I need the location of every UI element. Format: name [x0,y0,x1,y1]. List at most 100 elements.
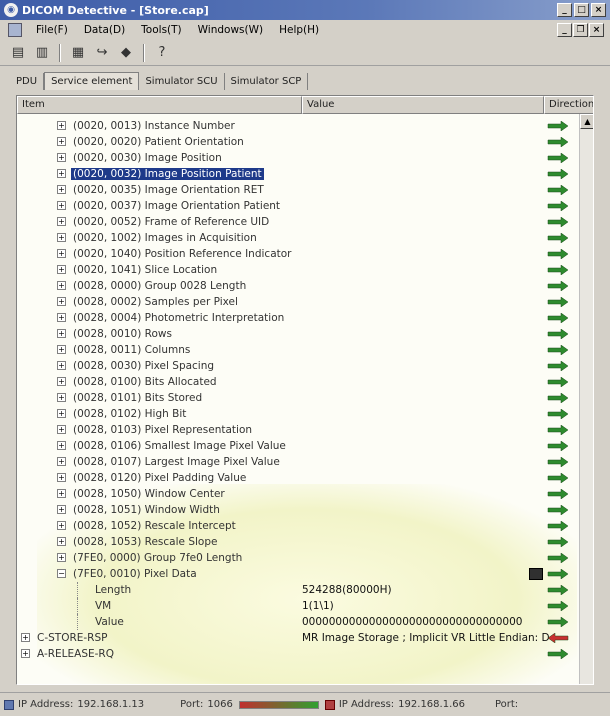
menu-tools[interactable]: Tools(T) [133,24,189,36]
tree-row[interactable]: + C-STORE-RSP MR Image Storage ; Implicit … [17,630,579,646]
maximize-button[interactable]: □ [574,3,589,17]
connect-icon[interactable]: ↪ [92,43,112,63]
expand-icon[interactable]: + [57,377,66,386]
tree-row[interactable]: + (0028, 1051) Window Width [17,502,579,518]
open-capture-icon[interactable]: ▤ [8,43,28,63]
tab-pdu[interactable]: PDU [10,73,45,90]
tree-row-label: A-RELEASE-RQ [37,648,114,660]
tree-row[interactable]: + (0020, 1002) Images in Acquisition [17,230,579,246]
tab-service-element[interactable]: Service element [44,72,140,90]
tree-row[interactable]: + (0028, 0120) Pixel Padding Value [17,470,579,486]
mdi-close-button[interactable]: × [589,23,604,37]
tree-row[interactable]: + (0028, 0002) Samples per Pixel [17,294,579,310]
pixel-data-view-icon[interactable] [529,568,543,580]
expand-icon[interactable]: + [57,425,66,434]
expand-icon[interactable]: + [57,169,66,178]
mdi-minimize-button[interactable]: _ [557,23,572,37]
collapse-icon[interactable]: − [57,569,66,578]
tree-row[interactable]: + (0020, 0032) Image Position Patient [17,166,579,182]
minimize-button[interactable]: _ [557,3,572,17]
expand-icon[interactable]: + [57,393,66,402]
tree-row[interactable]: + (0028, 0102) High Bit [17,406,579,422]
column-value[interactable]: Value [302,96,544,114]
expand-icon[interactable]: + [57,281,66,290]
mdi-restore-button[interactable]: ❐ [573,23,588,37]
expand-icon[interactable]: + [57,457,66,466]
properties-icon[interactable]: ▦ [68,43,88,63]
tree-row[interactable]: + (0020, 1041) Slice Location [17,262,579,278]
outgoing-arrow-icon [547,569,569,579]
tree-row[interactable]: + (0028, 0030) Pixel Spacing [17,358,579,374]
tab-simulator-scp[interactable]: Simulator SCP [225,73,309,90]
expand-icon[interactable]: + [57,441,66,450]
tree-row-label: (0020, 1002) Images in Acquisition [73,232,257,244]
expand-icon[interactable]: + [57,217,66,226]
tree-row[interactable]: Length 524288(80000H) [17,582,579,598]
tree-row-label: (0028, 0004) Photometric Interpretation [73,312,285,324]
menu-help[interactable]: Help(H) [271,24,327,36]
expand-icon[interactable]: + [57,233,66,242]
document-system-icon[interactable] [8,23,22,37]
expand-icon[interactable]: + [57,537,66,546]
expand-icon[interactable]: + [57,489,66,498]
expand-icon[interactable]: + [57,265,66,274]
menu-data[interactable]: Data(D) [76,24,133,36]
tree-row[interactable]: VM 1(1\1) [17,598,579,614]
tree-row[interactable]: + (0028, 0100) Bits Allocated [17,374,579,390]
tree-row[interactable]: + (0028, 0107) Largest Image Pixel Value [17,454,579,470]
menu-file[interactable]: File(F) [28,24,76,36]
expand-icon[interactable]: + [57,361,66,370]
expand-icon[interactable]: + [57,313,66,322]
tree-row[interactable]: + (0028, 1053) Rescale Slope [17,534,579,550]
expand-icon[interactable]: + [57,521,66,530]
tree-row[interactable]: Value 000000000000000000000000000000000 [17,614,579,630]
tree-row[interactable]: − (7FE0, 0010) Pixel Data [17,566,579,582]
tree-row[interactable]: + (0020, 0037) Image Orientation Patient [17,198,579,214]
tree-row[interactable]: + (0020, 0013) Instance Number [17,118,579,134]
tree-row[interactable]: + (0028, 0103) Pixel Representation [17,422,579,438]
network-icon[interactable]: ◆ [116,43,136,63]
expand-icon[interactable]: + [21,649,30,658]
vertical-scrollbar[interactable]: ▲ [579,114,593,684]
expand-icon[interactable]: + [57,329,66,338]
close-button[interactable]: × [591,3,606,17]
tree-row[interactable]: + (0028, 0011) Columns [17,342,579,358]
tree-row[interactable]: + (0028, 1050) Window Center [17,486,579,502]
expand-icon[interactable]: + [57,185,66,194]
tree-row[interactable]: + (0028, 0101) Bits Stored [17,390,579,406]
tree-row[interactable]: + (0020, 0020) Patient Orientation [17,134,579,150]
menu-windows[interactable]: Windows(W) [190,24,271,36]
tree-row[interactable]: + (0020, 0035) Image Orientation RET [17,182,579,198]
expand-icon[interactable]: + [57,473,66,482]
tree-row[interactable]: + (7FE0, 0000) Group 7fe0 Length [17,550,579,566]
expand-icon[interactable]: + [57,201,66,210]
tree-row[interactable]: + A-RELEASE-RQ [17,646,579,662]
expand-icon[interactable]: + [57,553,66,562]
tree-row[interactable]: + (0028, 1052) Rescale Intercept [17,518,579,534]
tree-row[interactable]: + (0020, 1040) Position Reference Indicat… [17,246,579,262]
expand-icon[interactable]: + [57,249,66,258]
save-capture-icon[interactable]: ▥ [32,43,52,63]
tree-row[interactable]: + (0020, 0030) Image Position [17,150,579,166]
tree-row[interactable]: + (0028, 0010) Rows [17,326,579,342]
expand-icon[interactable]: + [57,121,66,130]
tree-row[interactable]: + (0028, 0004) Photometric Interpretation [17,310,579,326]
column-item[interactable]: Item [17,96,302,114]
expand-icon[interactable]: + [57,345,66,354]
tree-row[interactable]: + (0020, 0052) Frame of Reference UID [17,214,579,230]
scroll-up-icon[interactable]: ▲ [580,114,593,129]
expand-icon[interactable]: + [57,409,66,418]
tree-row[interactable]: + (0028, 0106) Smallest Image Pixel Value [17,438,579,454]
tree-row[interactable]: + (0028, 0000) Group 0028 Length [17,278,579,294]
tree-row-label: (7FE0, 0010) Pixel Data [73,568,197,580]
expand-icon[interactable]: + [57,505,66,514]
computer-icon [4,699,14,710]
expand-icon[interactable]: + [57,153,66,162]
column-direction[interactable]: Direction [544,96,593,114]
tab-simulator-scu[interactable]: Simulator SCU [139,73,225,90]
expand-icon[interactable]: + [21,633,30,642]
expand-icon[interactable]: + [57,137,66,146]
tree-row-label: (0028, 0100) Bits Allocated [73,376,217,388]
expand-icon[interactable]: + [57,297,66,306]
help-icon[interactable]: ? [152,43,172,63]
